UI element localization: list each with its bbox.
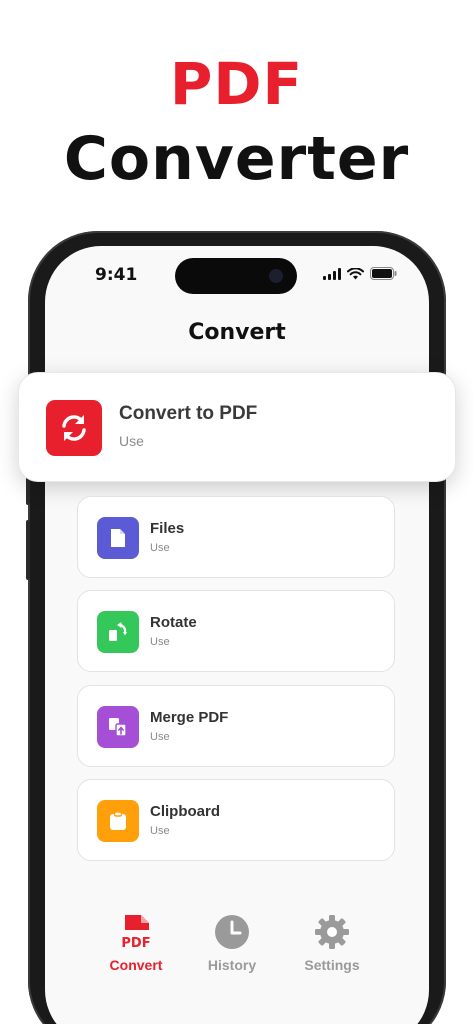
tab-settings[interactable]: Settings xyxy=(292,914,372,973)
merge-pdf-title: Merge PDF xyxy=(150,709,229,726)
clock-icon xyxy=(214,914,250,950)
file-icon xyxy=(97,517,139,559)
tab-bar: PDF Convert History Settings xyxy=(96,914,376,978)
screen-title: Convert xyxy=(188,320,286,345)
tab-convert-label: Convert xyxy=(109,957,163,973)
status-bar: 9:41 xyxy=(45,246,429,302)
rotate-subtitle: Use xyxy=(150,636,170,648)
wifi-icon xyxy=(347,267,364,279)
clipboard-icon xyxy=(97,800,139,842)
status-time: 9:41 xyxy=(95,265,138,285)
rotate-title: Rotate xyxy=(150,614,197,631)
convert-to-pdf-subtitle: Use xyxy=(119,433,144,449)
tab-convert[interactable]: PDF Convert xyxy=(96,914,176,973)
convert-to-pdf-title: Convert to PDF xyxy=(119,403,258,424)
hero-title-converter: Converter xyxy=(63,124,410,194)
tab-history[interactable]: History xyxy=(192,914,272,973)
rotate-icon xyxy=(97,611,139,653)
hero-title-pdf: PDF xyxy=(169,50,304,118)
tab-settings-label: Settings xyxy=(304,957,360,973)
pdf-file-icon: PDF xyxy=(118,914,154,950)
rotate-item[interactable]: Rotate Use xyxy=(77,590,395,672)
files-item[interactable]: Files Use xyxy=(77,496,395,578)
tab-convert-icon-text: PDF xyxy=(121,936,150,950)
clipboard-title: Clipboard xyxy=(150,803,220,820)
clipboard-subtitle: Use xyxy=(150,825,170,837)
gear-icon xyxy=(314,914,350,950)
merge-icon xyxy=(97,706,139,748)
files-subtitle: Use xyxy=(150,542,170,554)
status-icons xyxy=(323,267,397,280)
dynamic-island xyxy=(175,258,297,294)
battery-icon xyxy=(370,267,397,280)
signal-icon xyxy=(323,267,341,280)
tab-history-label: History xyxy=(207,957,257,973)
files-title: Files xyxy=(150,520,185,537)
volume-down-button xyxy=(26,520,30,580)
convert-to-pdf-card[interactable]: Convert to PDF Use xyxy=(18,372,456,482)
clipboard-item[interactable]: Clipboard Use xyxy=(77,779,395,861)
merge-pdf-subtitle: Use xyxy=(150,731,170,743)
convert-arrows-icon xyxy=(46,400,102,456)
merge-pdf-item[interactable]: Merge PDF Use xyxy=(77,685,395,767)
camera-icon xyxy=(269,269,283,283)
